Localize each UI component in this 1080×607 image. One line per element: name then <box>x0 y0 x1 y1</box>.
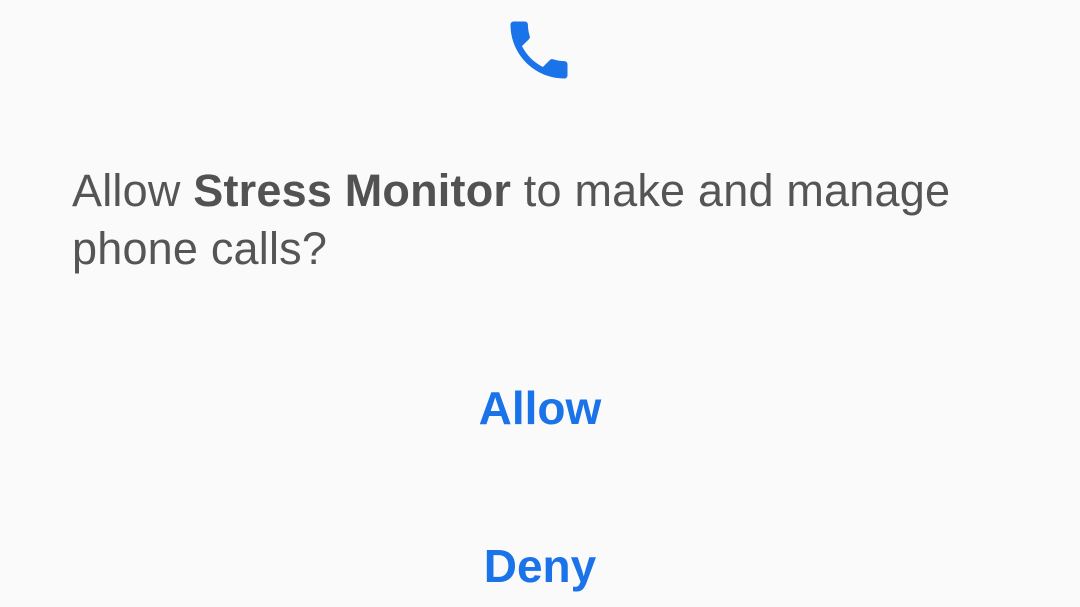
allow-button[interactable]: Allow <box>0 378 1080 438</box>
deny-button[interactable]: Deny <box>0 536 1080 596</box>
message-prefix: Allow <box>72 165 194 216</box>
permission-dialog: Allow Stress Monitor to make and manage … <box>0 0 1080 607</box>
permission-message: Allow Stress Monitor to make and manage … <box>72 162 1032 278</box>
app-name: Stress Monitor <box>193 165 512 216</box>
phone-icon <box>498 12 580 88</box>
